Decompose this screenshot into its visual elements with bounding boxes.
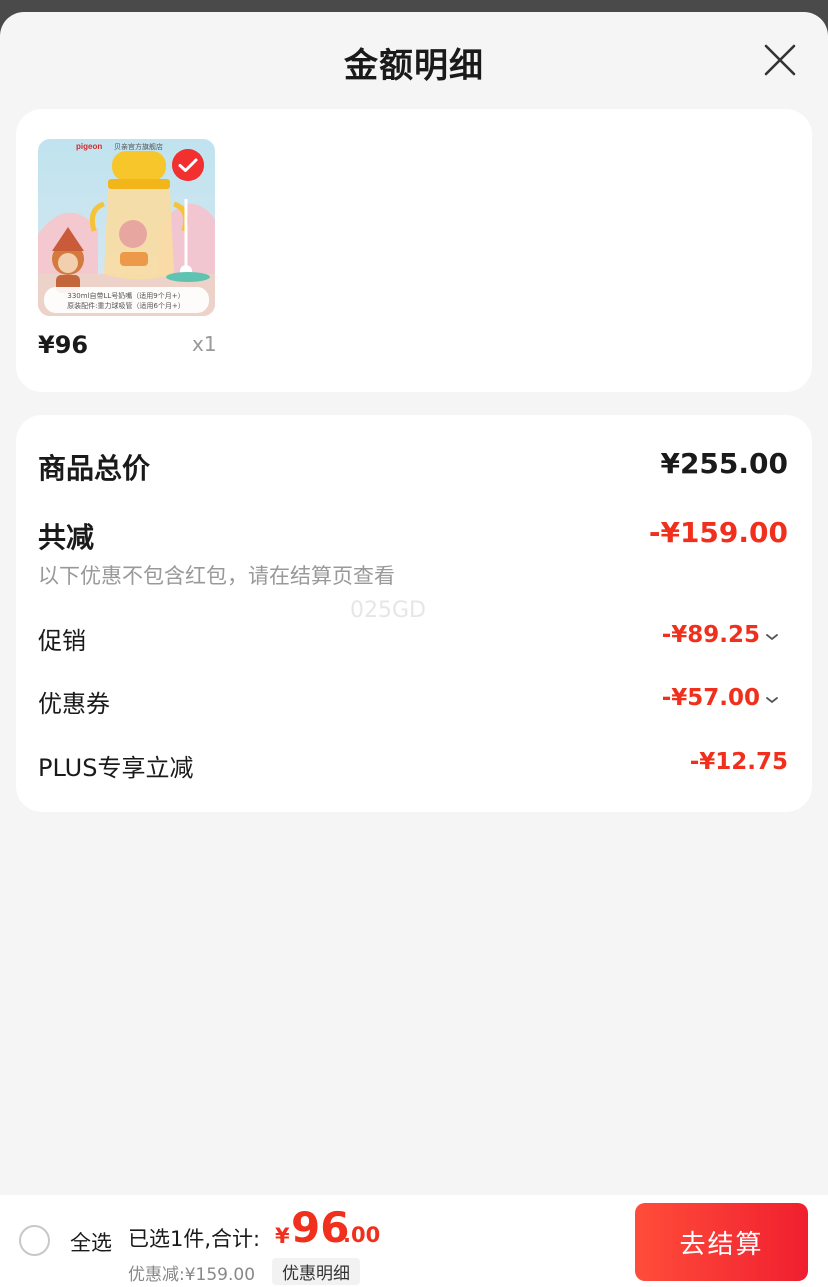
check-icon[interactable] bbox=[172, 149, 204, 181]
chevron-down-icon[interactable] bbox=[764, 632, 780, 642]
plus-reduce-value: -¥12.75 bbox=[689, 749, 788, 775]
total-price-row: 商品总价 ¥255.00 bbox=[38, 447, 788, 487]
coupon-value: -¥57.00 bbox=[662, 685, 780, 711]
plus-reduce-label: PLUS专享立减 bbox=[38, 754, 194, 782]
sheet-header: 金额明细 bbox=[0, 12, 828, 108]
product-caption-2: 原装配件:重力球吸管（适用6个月+） bbox=[67, 301, 185, 310]
promotion-row[interactable]: 促销 -¥89.25 bbox=[38, 621, 788, 656]
total-amount-integer: 96 bbox=[291, 1203, 350, 1252]
store-name: 贝亲官方旗舰店 bbox=[114, 142, 163, 151]
total-reduce-row: 共减 -¥159.00 以下优惠不包含红包，请在结算页查看 bbox=[38, 516, 788, 590]
chevron-down-icon[interactable] bbox=[764, 695, 780, 705]
select-all-radio[interactable] bbox=[19, 1225, 50, 1256]
price-summary-card: 025GD 商品总价 ¥255.00 共减 -¥159.00 以下优惠不包含红包… bbox=[16, 415, 812, 812]
total-price-value: ¥255.00 bbox=[660, 447, 788, 480]
total-amount-decimal: .00 bbox=[343, 1223, 381, 1247]
promotion-value: -¥89.25 bbox=[662, 622, 780, 648]
product-caption-1: 330ml自带LL号奶嘴（适用9个月+） bbox=[67, 291, 184, 300]
close-icon[interactable] bbox=[762, 42, 798, 78]
product-price: ¥96 bbox=[38, 331, 89, 359]
total-currency: ¥ bbox=[275, 1224, 290, 1248]
product-card: pigeon 贝亲官方旗舰店 330ml自带LL号奶嘴（适用9个月+） 原装配件… bbox=[16, 109, 812, 392]
discount-detail-button[interactable]: 优惠明细 bbox=[272, 1258, 360, 1285]
selected-summary: 已选1件,合计: bbox=[128, 1227, 261, 1251]
checkout-bar: 全选 已选1件,合计: ¥ 96 .00 优惠减:¥159.00 优惠明细 去结… bbox=[0, 1195, 828, 1287]
total-reduce-value: -¥159.00 bbox=[648, 516, 788, 549]
plus-reduce-row: PLUS专享立减 -¥12.75 bbox=[38, 748, 788, 783]
amount-detail-sheet: 金额明细 pigeon 贝亲官方旗舰店 330ml自带LL号奶嘴（适用9个月+）… bbox=[0, 12, 828, 1287]
page-title: 金额明细 bbox=[344, 46, 484, 86]
product-quantity: x1 bbox=[192, 332, 217, 356]
brand-logo: pigeon bbox=[76, 142, 102, 151]
checkout-button[interactable]: 去结算 bbox=[635, 1203, 808, 1281]
watermark: 025GD bbox=[350, 598, 426, 623]
select-all-label[interactable]: 全选 bbox=[70, 1227, 112, 1257]
reduce-note: 以下优惠不包含红包，请在结算页查看 bbox=[38, 564, 395, 588]
coupon-row[interactable]: 优惠券 -¥57.00 bbox=[38, 684, 788, 719]
discount-summary: 优惠减:¥159.00 bbox=[128, 1265, 256, 1285]
